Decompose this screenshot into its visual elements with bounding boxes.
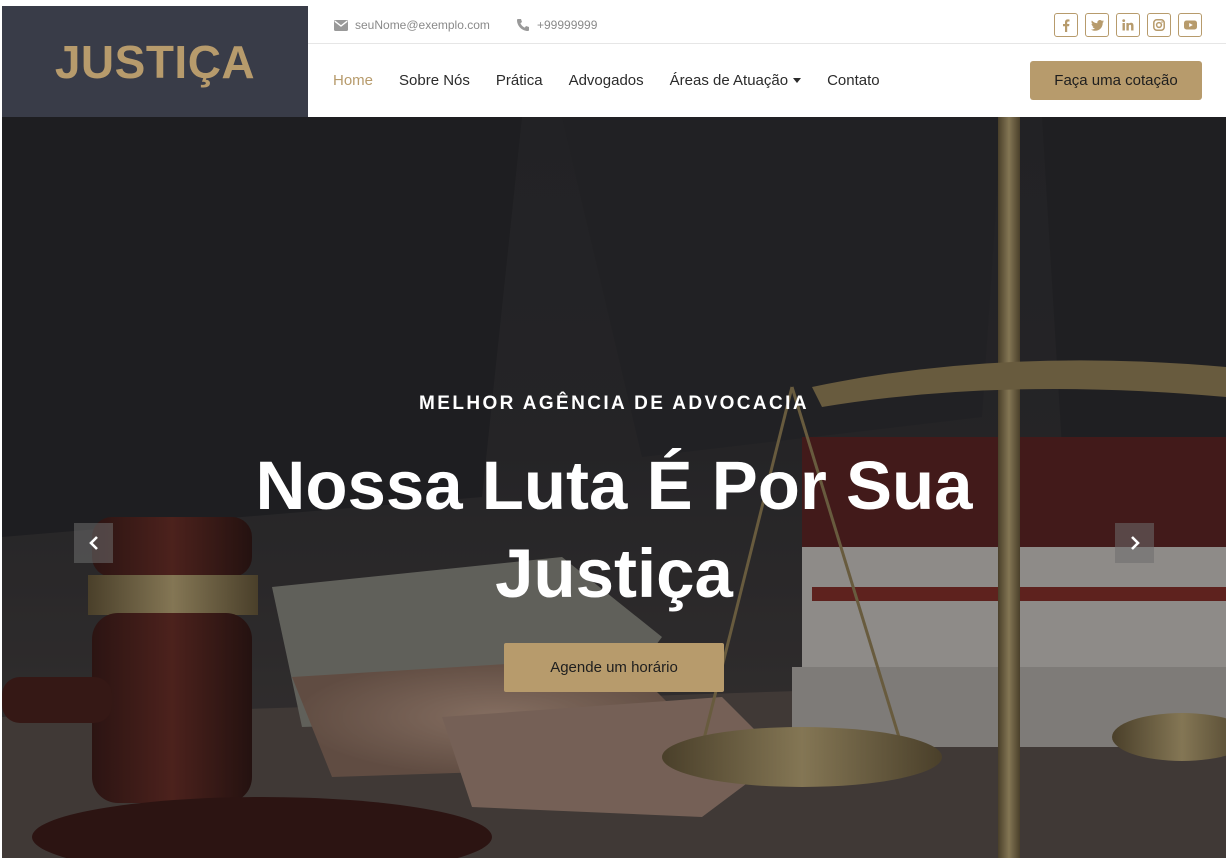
social-links xyxy=(1054,13,1202,37)
logo[interactable]: JUSTIÇA xyxy=(2,6,308,117)
linkedin-icon[interactable] xyxy=(1116,13,1140,37)
hero-subtitle: MELHOR AGÊNCIA DE ADVOCACIA xyxy=(419,393,809,414)
nav-item-sobre-nos[interactable]: Sobre Nós xyxy=(399,72,470,89)
quote-button[interactable]: Faça uma cotação xyxy=(1030,61,1202,100)
contact-email[interactable]: seuNome@exemplo.com xyxy=(334,6,490,44)
chevron-left-icon xyxy=(88,536,98,550)
logo-text: JUSTIÇA xyxy=(54,35,256,88)
phone-icon xyxy=(516,18,530,32)
envelope-icon xyxy=(334,19,348,31)
main-navbar: Home Sobre Nós Prática Advogados Áreas d… xyxy=(308,44,1226,117)
nav-item-label: Prática xyxy=(495,72,543,89)
phone-text: +99999999 xyxy=(537,18,598,32)
contact-phone[interactable]: +99999999 xyxy=(516,6,597,44)
hero-title: Nossa Luta É Por Sua Justiça xyxy=(255,447,973,612)
nav-item-pratica[interactable]: Prática xyxy=(496,72,543,89)
page: JUSTIÇA seuNome@exemplo.com +99999999 Ho… xyxy=(2,6,1226,858)
nav-item-label: Advogados xyxy=(568,72,644,89)
carousel-next-button[interactable] xyxy=(1115,523,1154,563)
facebook-icon[interactable] xyxy=(1054,13,1078,37)
carousel-prev-button[interactable] xyxy=(74,523,113,563)
youtube-icon[interactable] xyxy=(1178,13,1202,37)
nav-item-label: Contato xyxy=(827,72,880,89)
email-text: seuNome@exemplo.com xyxy=(355,18,490,32)
nav-item-home[interactable]: Home xyxy=(333,72,373,89)
nav-item-label: Áreas de Atuação xyxy=(669,72,789,89)
nav-item-label: Sobre Nós xyxy=(399,72,470,89)
nav-item-contato[interactable]: Contato xyxy=(827,72,880,89)
nav-item-label: Home xyxy=(333,72,374,89)
instagram-icon[interactable] xyxy=(1147,13,1171,37)
hero-carousel: MELHOR AGÊNCIA DE ADVOCACIA Nossa Luta É… xyxy=(2,117,1226,858)
caret-down-icon xyxy=(793,78,802,83)
nav-menu: Home Sobre Nós Prática Advogados Áreas d… xyxy=(333,44,906,117)
twitter-icon[interactable] xyxy=(1085,13,1109,37)
chevron-right-icon xyxy=(1130,536,1140,550)
nav-item-advogados[interactable]: Advogados xyxy=(569,72,644,89)
nav-item-areas-de-atuacao[interactable]: Áreas de Atuação xyxy=(669,72,802,89)
top-bar: seuNome@exemplo.com +99999999 xyxy=(308,6,1226,44)
schedule-button[interactable]: Agende um horário xyxy=(504,643,724,692)
